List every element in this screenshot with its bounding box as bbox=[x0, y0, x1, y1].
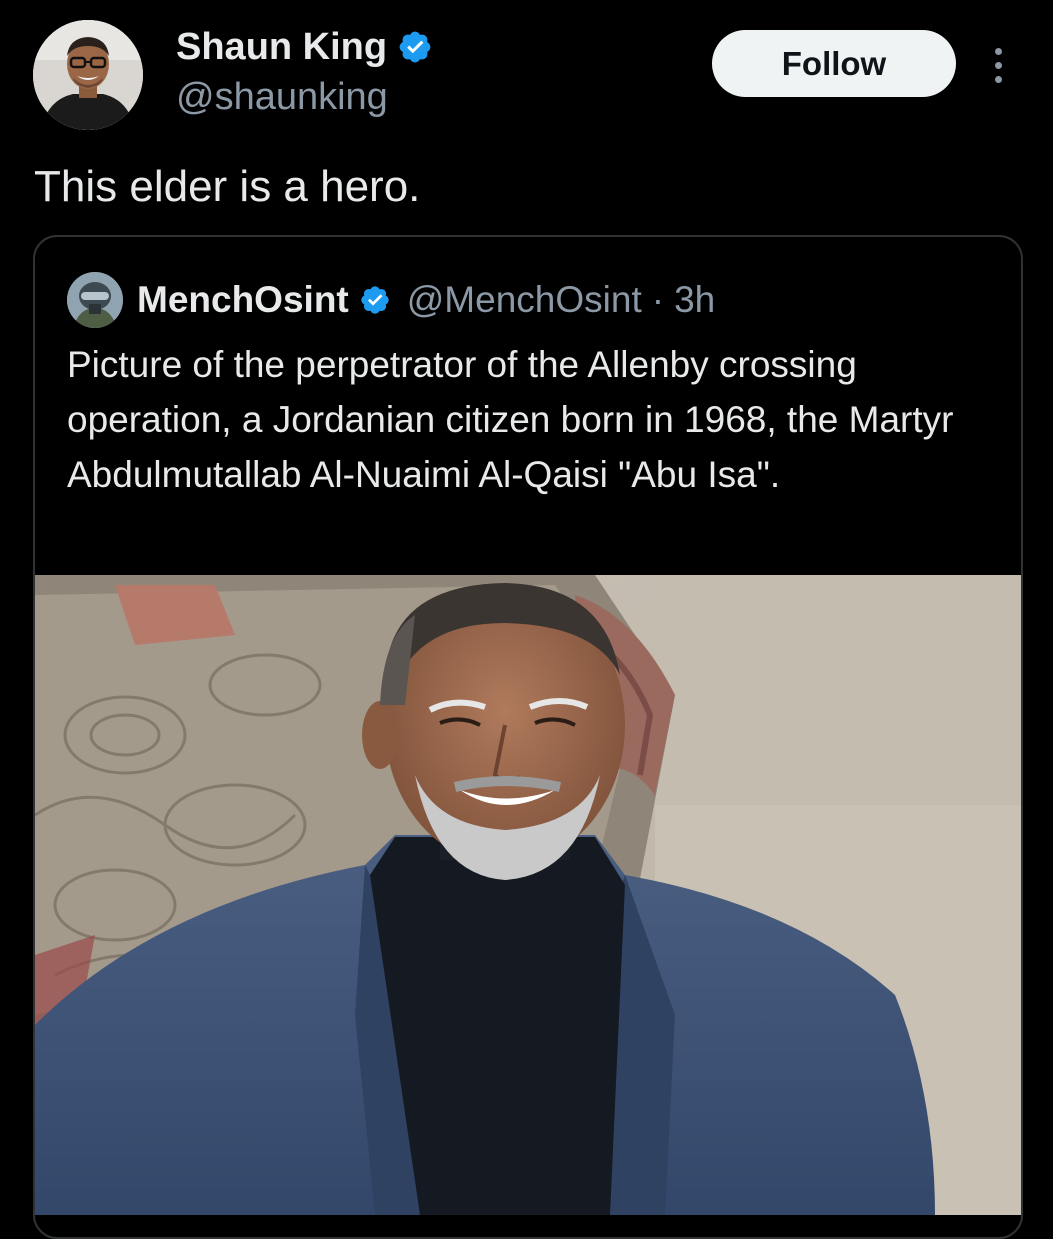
more-vertical-icon[interactable] bbox=[980, 40, 1016, 90]
tweet-header: Shaun King @shaunking Follow bbox=[0, 0, 1053, 150]
follow-button[interactable]: Follow bbox=[712, 30, 956, 97]
tweet-text: This elder is a hero. bbox=[34, 162, 421, 211]
quoted-tweet-header: MenchOsint @MenchOsint · 3h bbox=[67, 272, 715, 328]
quoted-author-avatar-image bbox=[67, 272, 123, 328]
verified-badge-icon bbox=[399, 31, 431, 63]
author-avatar-image bbox=[33, 20, 143, 130]
author-name[interactable]: Shaun King bbox=[176, 24, 387, 70]
quoted-tweet-text: Picture of the perpetrator of the Allenb… bbox=[67, 344, 954, 495]
quoted-tweet-photo[interactable] bbox=[35, 575, 1021, 1215]
quoted-timestamp[interactable]: 3h bbox=[674, 278, 715, 322]
quoted-author-handle[interactable]: @MenchOsint bbox=[407, 278, 642, 322]
author-name-row: Shaun King bbox=[176, 24, 433, 70]
dot-separator: · bbox=[651, 279, 665, 320]
quoted-author-name[interactable]: MenchOsint bbox=[137, 278, 349, 322]
quoted-author-avatar[interactable] bbox=[67, 272, 123, 328]
author-avatar[interactable] bbox=[33, 20, 143, 130]
quoted-tweet[interactable]: MenchOsint @MenchOsint · 3h Picture of t… bbox=[33, 235, 1023, 1239]
author-handle[interactable]: @shaunking bbox=[176, 74, 388, 120]
verified-badge-icon bbox=[361, 286, 389, 314]
photo-image bbox=[35, 575, 1021, 1215]
